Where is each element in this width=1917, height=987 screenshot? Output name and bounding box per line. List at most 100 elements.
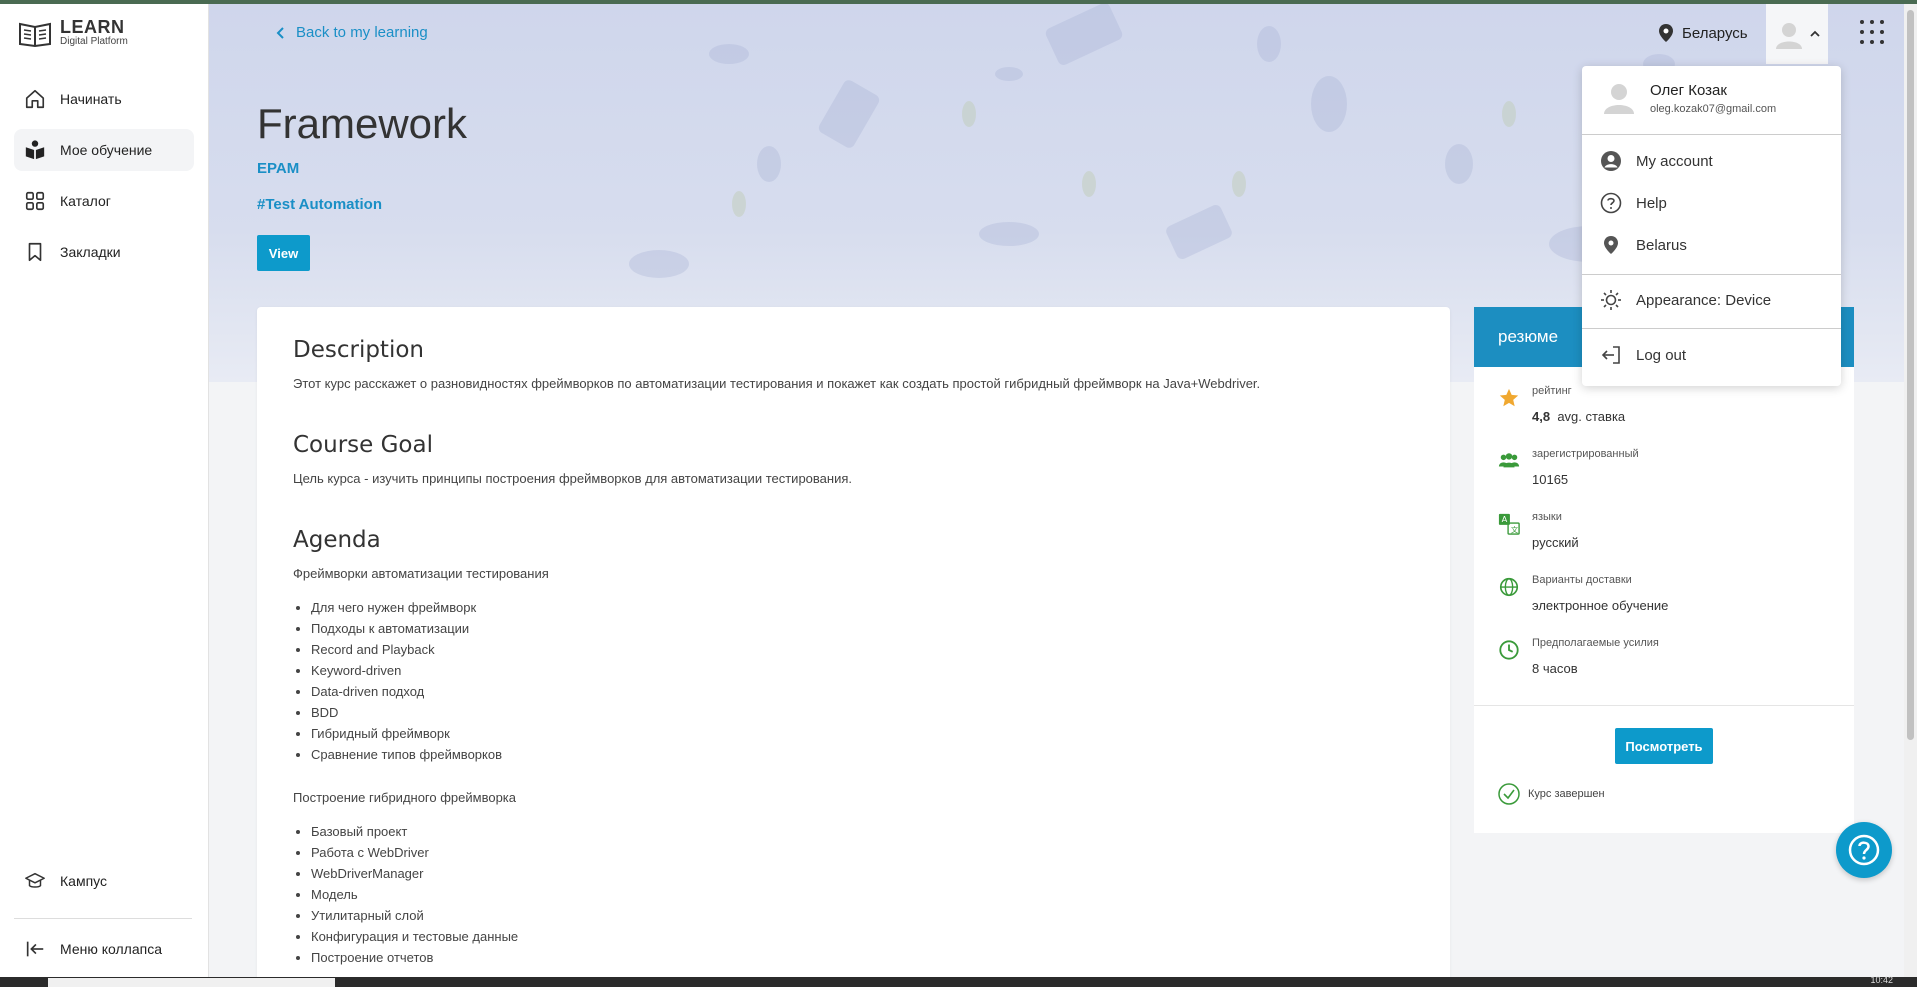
my-account-menu-item[interactable]: My account	[1600, 146, 1825, 176]
delivery-row: Варианты доставки электронное обучение	[1498, 574, 1668, 613]
sidebar-item-label: Каталог	[60, 193, 111, 209]
learning-icon	[25, 140, 45, 160]
logo-subtitle: Digital Platform	[60, 36, 128, 47]
campus-icon	[25, 872, 45, 888]
help-menu-item[interactable]: Help	[1600, 188, 1825, 218]
effort-label: Предполагаемые усилия	[1532, 637, 1659, 649]
goal-text: Цель курса - изучить принципы построения…	[293, 471, 852, 486]
taskbar-clock: 10:42	[1870, 975, 1893, 985]
sidebar-divider	[14, 918, 192, 919]
apps-dot	[1880, 40, 1884, 44]
list-item: Работа с WebDriver	[311, 842, 518, 863]
list-item: Конфигурация и тестовые данные	[311, 926, 518, 947]
chevron-left-icon	[276, 26, 284, 39]
sidebar-item-bookmarks[interactable]: Закладки	[14, 231, 194, 273]
list-item: BDD	[311, 702, 502, 723]
delivery-value: электронное обучение	[1532, 598, 1669, 613]
clock-icon	[1499, 640, 1519, 660]
apps-dot	[1870, 20, 1874, 24]
menu-item-label: My account	[1636, 152, 1713, 170]
sidebar-item-label: Мое обучение	[60, 142, 153, 158]
list-item: Модель	[311, 884, 518, 905]
rating-row: рейтинг 4,8 avg. ставка	[1498, 385, 1625, 424]
collapse-icon	[26, 941, 44, 957]
list-item: Keyword-driven	[311, 660, 502, 681]
sun-icon	[1601, 290, 1621, 310]
sidebar-item-catalog[interactable]: Каталог	[14, 180, 194, 222]
sidebar-item-my-learning[interactable]: Мое обучение	[14, 129, 194, 171]
agenda-heading: Agenda	[293, 527, 381, 553]
home-icon	[25, 89, 45, 109]
apps-menu-button[interactable]	[1860, 20, 1884, 44]
course-provider-link[interactable]: EPAM	[257, 160, 299, 177]
logo-title: LEARN	[60, 17, 125, 37]
region-label: Беларусь	[1682, 24, 1748, 42]
watch-button[interactable]: Посмотреть	[1615, 728, 1713, 764]
sidebar-item-campus[interactable]: Кампус	[14, 860, 194, 902]
page-scrollbar[interactable]	[1904, 4, 1917, 977]
question-icon	[1848, 834, 1880, 866]
back-link-label: Back to my learning	[296, 24, 428, 41]
list-item: Утилитарный слой	[311, 905, 518, 926]
apps-dot	[1860, 20, 1864, 24]
description-text: Этот курс расскажет о разновидностях фре…	[293, 376, 1261, 391]
svg-text:A: A	[1502, 514, 1508, 524]
region-menu-item[interactable]: Belarus	[1600, 230, 1825, 260]
grid-icon	[25, 191, 45, 211]
course-title: Framework	[257, 100, 468, 147]
rating-value: 4,8	[1532, 409, 1551, 424]
list-item: Сравнение типов фреймворков	[311, 744, 502, 765]
sidebar-item-label: Закладки	[60, 244, 121, 260]
agenda-section-title: Построение гибридного фреймворка	[293, 790, 517, 805]
languages-label: языки	[1532, 511, 1562, 523]
taskbar-search-box[interactable]	[48, 978, 335, 987]
user-name: Олег Козак	[1650, 82, 1727, 99]
location-pin-icon	[1659, 24, 1673, 42]
help-chat-button[interactable]	[1836, 822, 1892, 878]
os-taskbar: 10:42	[0, 975, 1917, 987]
user-menu-button[interactable]	[1766, 4, 1828, 64]
avatar	[1776, 23, 1802, 49]
globe-icon	[1499, 577, 1519, 597]
registered-value: 10165	[1532, 472, 1569, 487]
list-item: Гибридный фреймворк	[311, 723, 502, 744]
agenda-list: Для чего нужен фреймворк Подходы к автом…	[311, 597, 502, 765]
apps-dot	[1860, 40, 1864, 44]
description-heading: Description	[293, 337, 424, 363]
logo[interactable]: LEARN Digital Platform	[18, 18, 128, 48]
list-item: Record and Playback	[311, 639, 502, 660]
location-icon	[1604, 236, 1618, 254]
view-button[interactable]: View	[257, 235, 310, 271]
back-to-learning-link[interactable]: Back to my learning	[276, 24, 428, 41]
star-icon	[1499, 388, 1519, 407]
sidebar-item-home[interactable]: Начинать	[14, 78, 194, 120]
svg-text:文: 文	[1511, 525, 1519, 534]
registered-label: зарегистрированный	[1532, 448, 1639, 460]
sidebar-item-collapse[interactable]: Меню коллапса	[14, 928, 194, 970]
sidebar-item-label: Начинать	[60, 91, 122, 107]
rating-suffix: avg. ставка	[1557, 409, 1626, 424]
apps-dot	[1880, 30, 1884, 34]
region-selector[interactable]: Беларусь	[1658, 23, 1748, 43]
dropdown-divider	[1582, 274, 1841, 275]
apps-dot	[1880, 20, 1884, 24]
effort-value: 8 часов	[1532, 661, 1578, 676]
apps-dot	[1870, 40, 1874, 44]
apps-dot	[1860, 30, 1864, 34]
effort-row: Предполагаемые усилия 8 часов	[1498, 637, 1659, 676]
sidebar-item-label: Кампус	[60, 873, 107, 889]
list-item: Для чего нужен фреймворк	[311, 597, 502, 618]
course-tag-link[interactable]: #Test Automation	[257, 196, 382, 213]
appearance-menu-item[interactable]: Appearance: Device	[1600, 285, 1825, 315]
bookmark-icon	[28, 242, 42, 262]
chevron-up-icon	[1810, 30, 1820, 37]
languages-row: A文 языки русский	[1498, 511, 1579, 550]
menu-item-label: Appearance: Device	[1636, 291, 1772, 309]
logout-menu-item[interactable]: Log out	[1600, 340, 1825, 370]
logout-icon	[1601, 346, 1620, 364]
avatar	[1604, 84, 1634, 114]
scrollbar-thumb[interactable]	[1907, 10, 1914, 740]
sidebar: LEARN Digital Platform Начинать Мое обуч…	[0, 4, 209, 977]
menu-item-label: Belarus	[1636, 236, 1687, 254]
apps-dot	[1870, 30, 1874, 34]
